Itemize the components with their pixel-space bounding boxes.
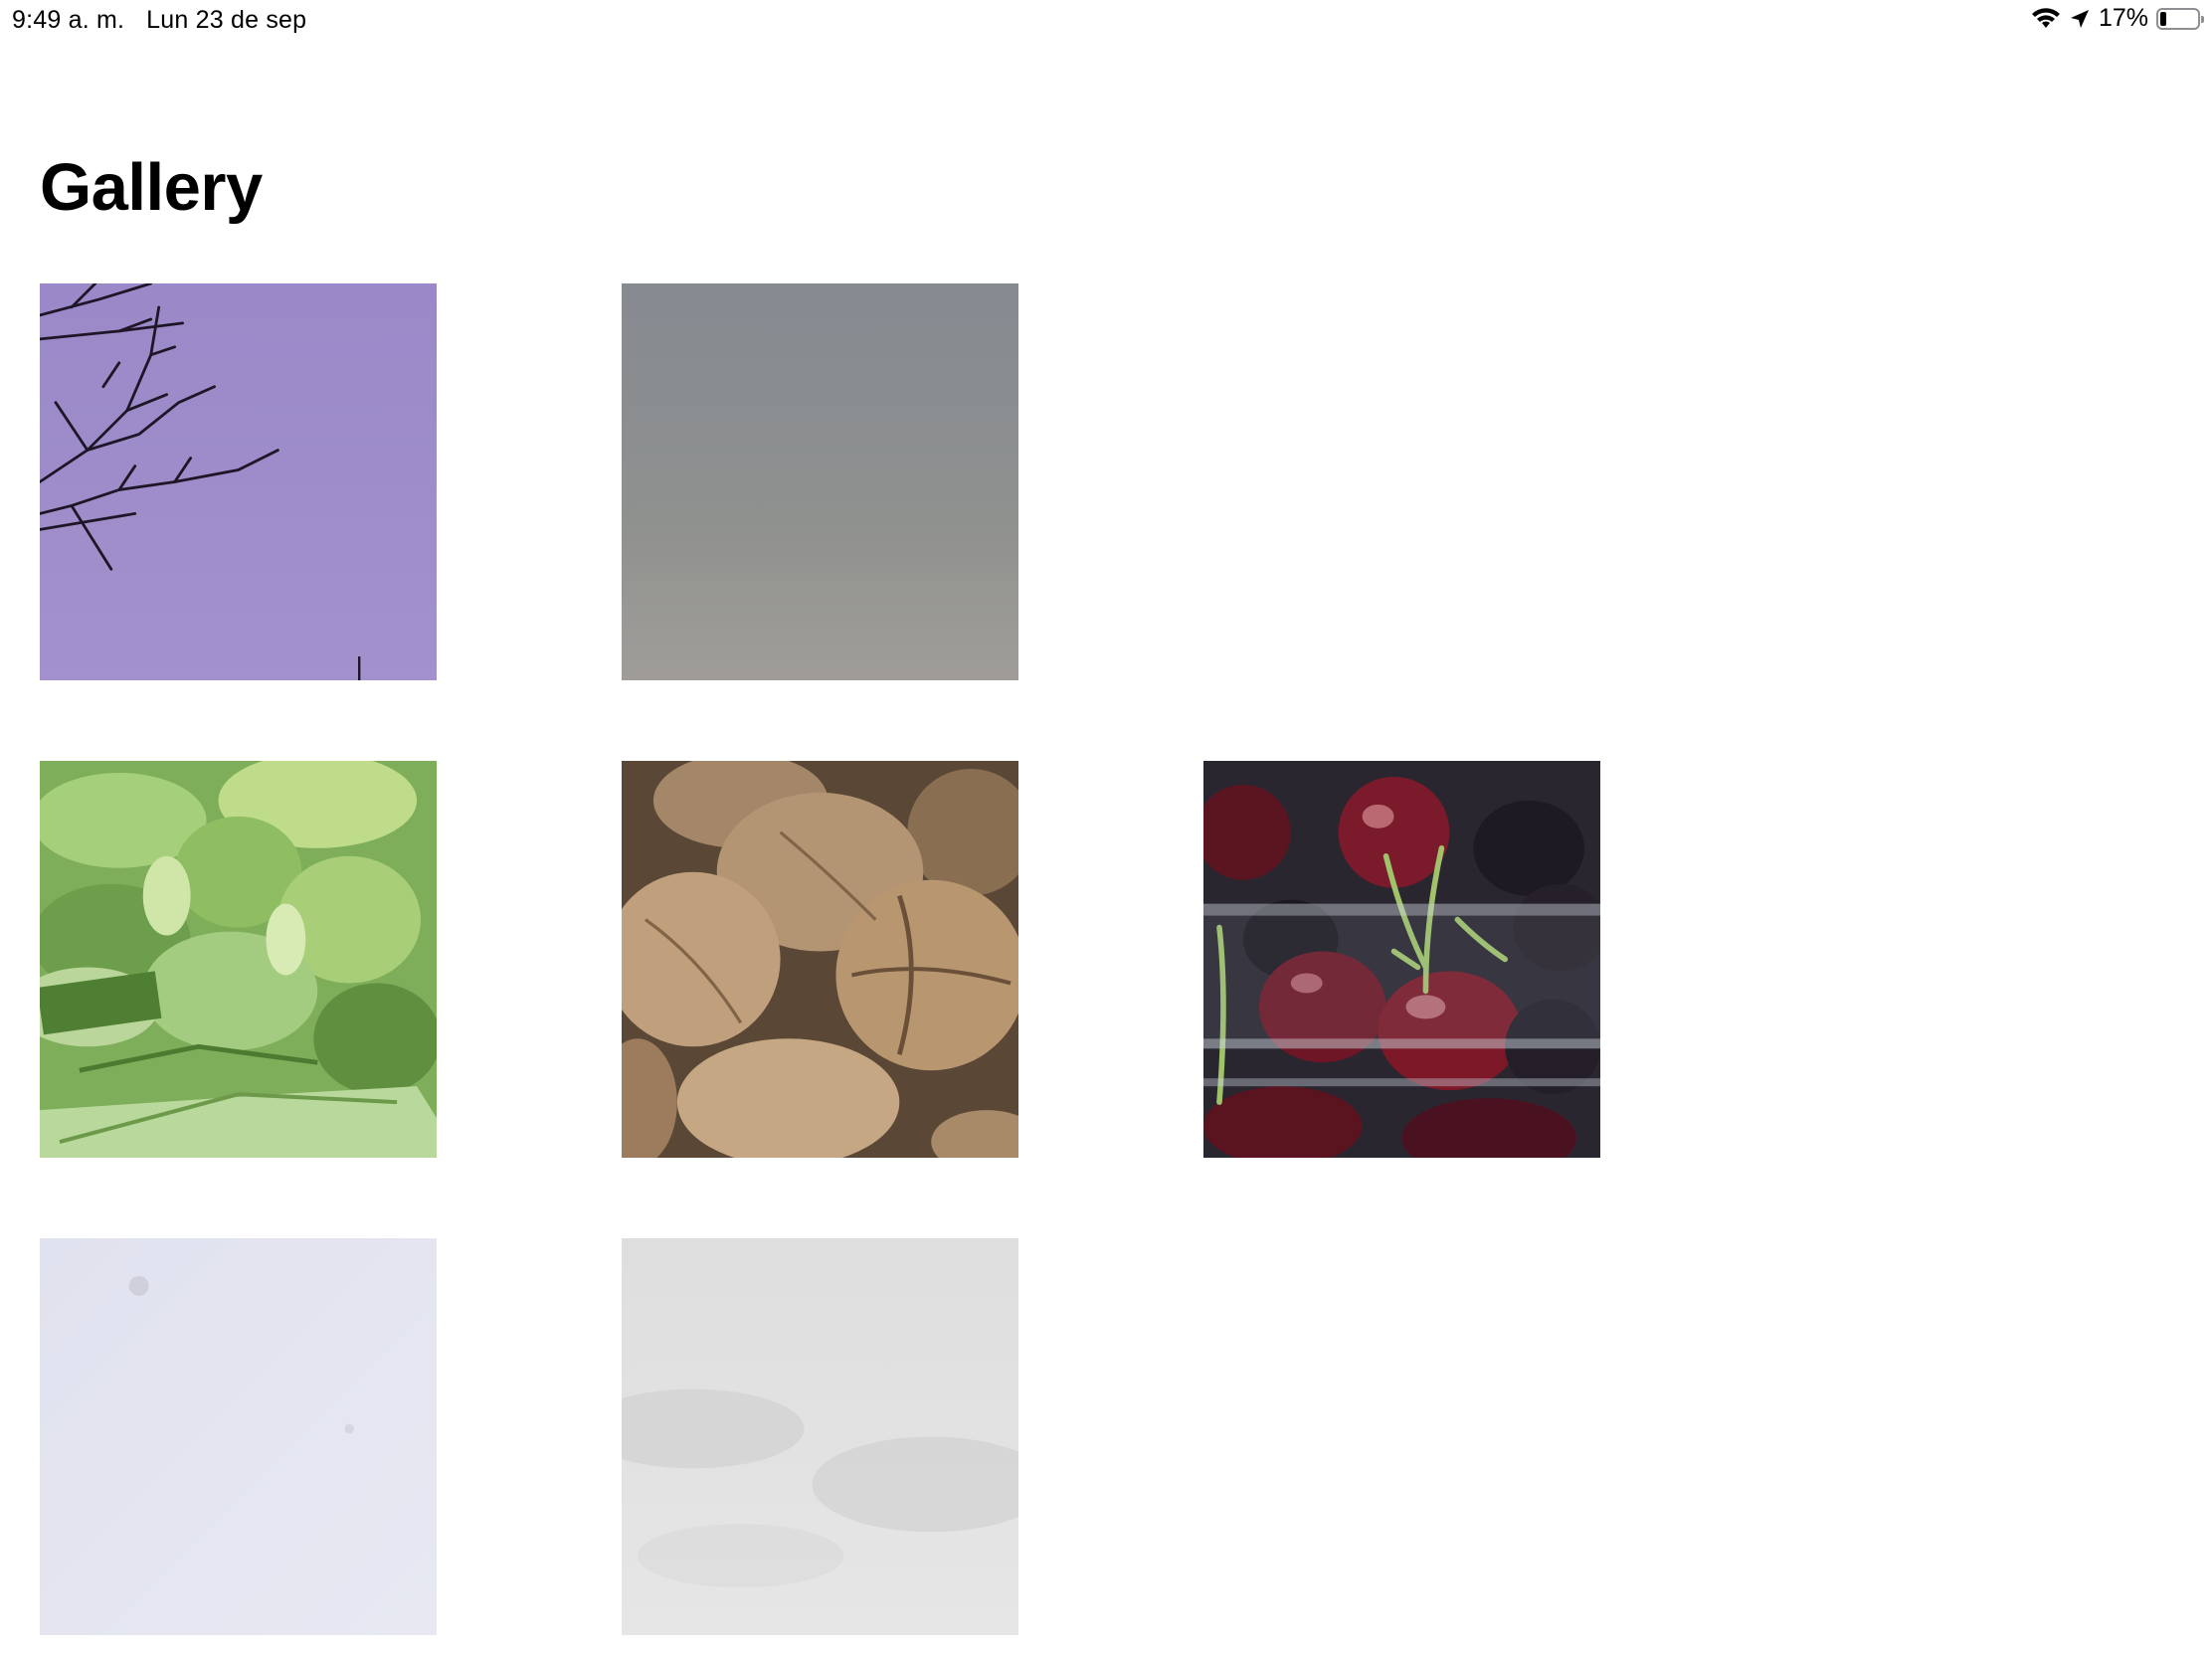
battery-percentage: 17%	[2098, 4, 2148, 32]
photo-grid	[40, 283, 1830, 1656]
page-title: Gallery	[40, 150, 263, 225]
gallery-photo-artichokes[interactable]	[40, 761, 437, 1158]
gallery-photo-gray-sky[interactable]	[622, 283, 1018, 680]
wifi-icon	[2031, 7, 2061, 31]
status-bar: 9:49 a. m. Lun 23 de sep 17%	[0, 0, 2212, 40]
battery-icon	[2156, 7, 2204, 30]
gallery-photo-walnuts[interactable]	[622, 761, 1018, 1158]
gallery-photo-tree-branches[interactable]	[40, 283, 437, 680]
status-time: 9:49 a. m.	[12, 6, 125, 34]
gallery-photo-cherries[interactable]	[1203, 761, 1600, 1158]
status-date: Lun 23 de sep	[146, 6, 307, 34]
battery-nub	[2201, 15, 2204, 23]
gallery-photo-clouds[interactable]	[622, 1238, 1018, 1635]
battery-level	[2160, 11, 2166, 26]
gallery-photo-pale-surface[interactable]	[40, 1238, 437, 1635]
location-arrow-icon	[2069, 8, 2091, 30]
